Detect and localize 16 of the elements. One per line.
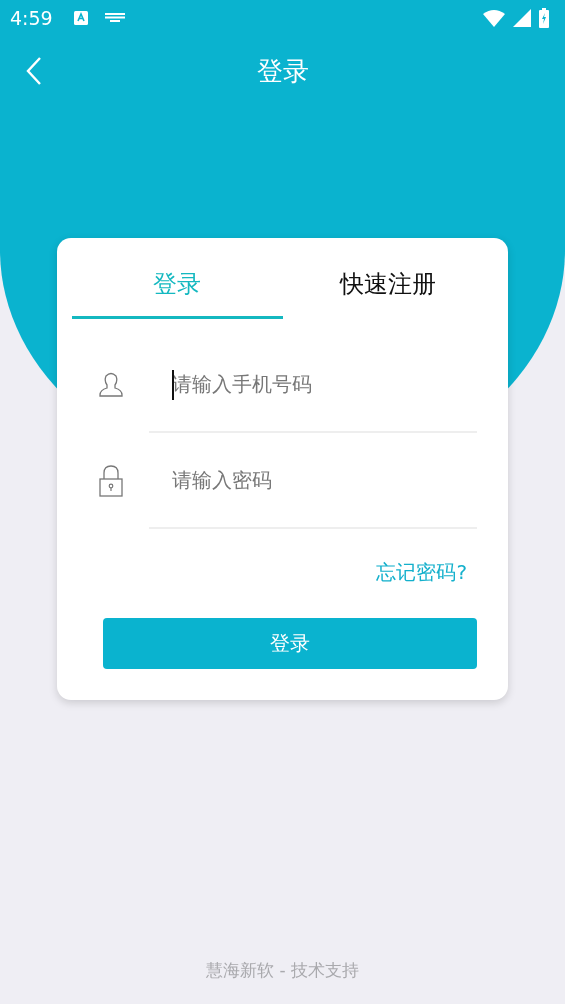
lock-icon (97, 465, 124, 497)
input-field[interactable]: 请输入手机号码 (149, 337, 477, 433)
tab[interactable]: 登录 (72, 254, 283, 319)
forgot-password-link[interactable]: 忘记密码? (376, 559, 467, 586)
login-button[interactable]: 登录 (103, 618, 477, 669)
keyboard-icon (104, 13, 125, 23)
signal-icon (513, 9, 531, 27)
status-time: 4:59 (10, 7, 53, 29)
user-icon (97, 372, 124, 398)
battery-icon (539, 8, 549, 28)
input-field[interactable]: 请输入密码 (149, 433, 477, 529)
wifi-icon (483, 9, 505, 27)
tab[interactable]: 快速注册 (282, 254, 493, 319)
footer-text: 慧海新软 - 技术支持 (205, 959, 360, 982)
back-icon[interactable] (24, 56, 44, 86)
page-title: 登录 (256, 54, 309, 88)
